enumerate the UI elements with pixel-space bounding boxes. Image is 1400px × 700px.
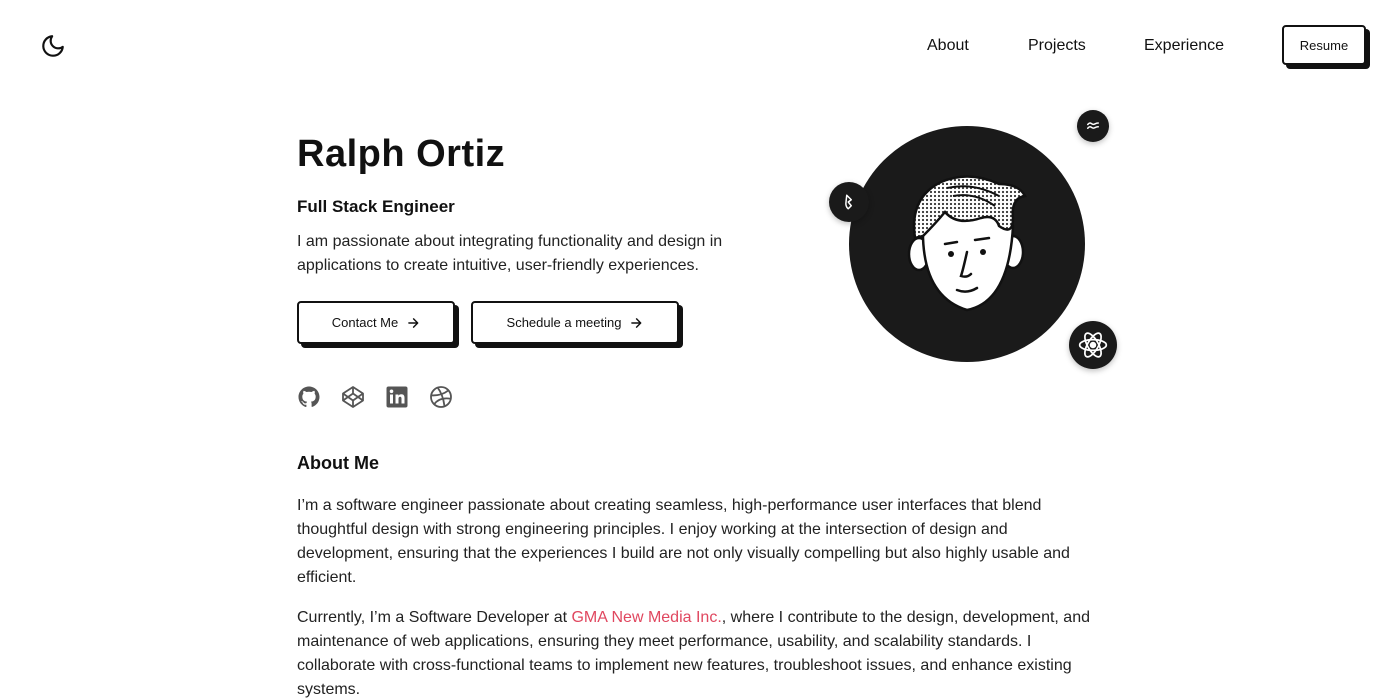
tailwind-icon — [1077, 110, 1109, 142]
contact-me-label: Contact Me — [331, 315, 399, 330]
dribbble-icon[interactable] — [429, 385, 453, 409]
schedule-meeting-button[interactable]: Schedule a meeting — [471, 301, 679, 344]
about-paragraph-2: Currently, I’m a Software Developer at G… — [297, 606, 1107, 700]
schedule-meeting-label: Schedule a meeting — [506, 315, 622, 330]
github-icon[interactable] — [297, 385, 321, 409]
nav-link-projects[interactable]: Projects — [1028, 37, 1086, 55]
avatar-illustration — [849, 126, 1085, 362]
react-icon — [1069, 321, 1117, 369]
resume-button[interactable]: Resume — [1282, 25, 1366, 65]
nav-link-about[interactable]: About — [927, 37, 969, 55]
nav-link-experience[interactable]: Experience — [1144, 37, 1224, 55]
main-nav: About Projects Experience Resume — [0, 25, 1400, 67]
contact-me-button[interactable]: Contact Me — [297, 301, 455, 344]
social-links — [297, 385, 453, 409]
about-paragraph-1: I’m a software engineer passionate about… — [297, 497, 1070, 586]
codepen-icon[interactable] — [341, 385, 365, 409]
framework-logo-icon — [829, 182, 869, 222]
linkedin-icon[interactable] — [385, 385, 409, 409]
about-me-heading: About Me — [297, 453, 379, 473]
company-link[interactable]: GMA New Media Inc. — [571, 609, 721, 626]
arrow-right-icon — [408, 317, 419, 328]
hero-description: I am passionate about integrating functi… — [297, 233, 723, 274]
hero-role: Full Stack Engineer — [297, 197, 455, 216]
arrow-right-icon — [631, 317, 642, 328]
about-p2-text-before: Currently, I’m a Software Developer at — [297, 609, 572, 626]
hero-name: Ralph Ortiz — [297, 133, 506, 175]
